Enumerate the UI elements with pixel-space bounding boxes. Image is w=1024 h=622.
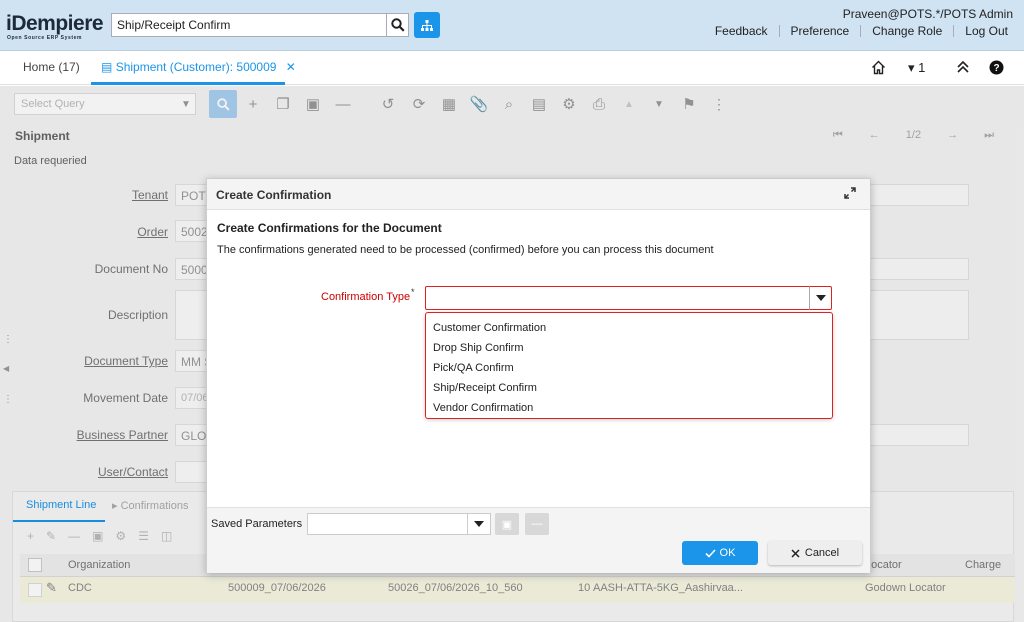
confirmation-type-input[interactable] — [425, 286, 810, 310]
window-tab-bar: Home (17) ▤ Shipment (Customer): 500009 … — [0, 51, 1024, 85]
option-ship-receipt-confirm[interactable]: Ship/Receipt Confirm — [426, 378, 832, 398]
dialog-heading: Create Confirmations for the Document — [217, 221, 442, 235]
search-button[interactable] — [387, 13, 409, 37]
save-parameters-icon[interactable]: ▣ — [495, 513, 519, 535]
search-icon — [390, 18, 405, 32]
home-icon[interactable] — [871, 60, 886, 78]
logout-link[interactable]: Log Out — [953, 25, 1008, 37]
option-vendor-confirmation[interactable]: Vendor Confirmation — [426, 398, 832, 418]
dialog-titlebar[interactable]: Create Confirmation — [207, 179, 870, 210]
menu-tree-button[interactable] — [414, 12, 440, 38]
saved-parameters-label: Saved Parameters — [211, 518, 303, 530]
create-confirmation-dialog: Create Confirmation Create Confirmations… — [206, 178, 871, 573]
collapse-up-icon[interactable] — [956, 60, 970, 77]
caret-down-icon — [474, 521, 484, 527]
caret-down-icon: ▾ — [908, 60, 915, 75]
close-tab-icon[interactable]: ✕ — [286, 60, 296, 74]
svg-text:?: ? — [993, 63, 999, 74]
global-search-input[interactable]: Ship/Receipt Confirm — [111, 13, 387, 37]
option-customer-confirmation[interactable]: Customer Confirmation — [426, 318, 832, 338]
cancel-button[interactable]: Cancel — [768, 541, 862, 565]
close-icon — [791, 548, 800, 558]
help-icon[interactable]: ? — [989, 60, 1004, 78]
confirmation-type-dropdown-button[interactable] — [809, 286, 832, 310]
option-pick-qa-confirm[interactable]: Pick/QA Confirm — [426, 358, 832, 378]
saved-parameters-input[interactable] — [307, 513, 468, 535]
header-links: Feedback Preference Change Role Log Out — [704, 25, 1008, 37]
window-icon: ▤ — [101, 60, 113, 74]
ok-button[interactable]: OK — [682, 541, 758, 565]
check-icon — [704, 548, 716, 558]
idempiere-logo[interactable]: iDempiere Open Source ERP System — [6, 12, 104, 41]
dialog-footer: Saved Parameters ▣ — OK Cancel — [207, 507, 870, 573]
window-switcher[interactable]: ▾ 1 — [908, 60, 925, 76]
dialog-description: The confirmations generated need to be p… — [217, 244, 714, 256]
maximize-icon[interactable] — [844, 187, 856, 202]
caret-down-icon — [815, 295, 826, 301]
user-info[interactable]: Praveen@POTS.*/POTS Admin — [843, 7, 1013, 21]
tab-shipment-label: Shipment (Customer): 500009 — [115, 60, 277, 74]
logo-subtext: Open Source ERP System — [7, 35, 83, 41]
cancel-label: Cancel — [804, 547, 840, 559]
change-role-link[interactable]: Change Role — [860, 25, 953, 37]
window-count: 1 — [918, 60, 926, 75]
option-drop-ship-confirm[interactable]: Drop Ship Confirm — [426, 338, 832, 358]
saved-parameters-dropdown[interactable] — [467, 513, 491, 535]
tab-home[interactable]: Home (17) — [23, 60, 80, 74]
logo-text: iDempiere — [6, 12, 104, 35]
sitemap-icon — [421, 19, 433, 31]
dialog-title: Create Confirmation — [216, 188, 332, 202]
feedback-link[interactable]: Feedback — [704, 25, 779, 37]
app-header: iDempiere Open Source ERP System Ship/Re… — [0, 0, 1024, 51]
delete-parameters-icon[interactable]: — — [525, 513, 549, 535]
preference-link[interactable]: Preference — [778, 25, 861, 37]
confirmation-type-options: Customer Confirmation Drop Ship Confirm … — [425, 312, 833, 419]
ok-label: OK — [719, 547, 736, 559]
tab-shipment[interactable]: ▤ Shipment (Customer): 500009 ✕ — [101, 60, 296, 74]
active-tab-indicator — [91, 82, 285, 85]
required-marker: * — [411, 287, 415, 297]
confirmation-type-label: Confirmation Type — [321, 291, 411, 303]
